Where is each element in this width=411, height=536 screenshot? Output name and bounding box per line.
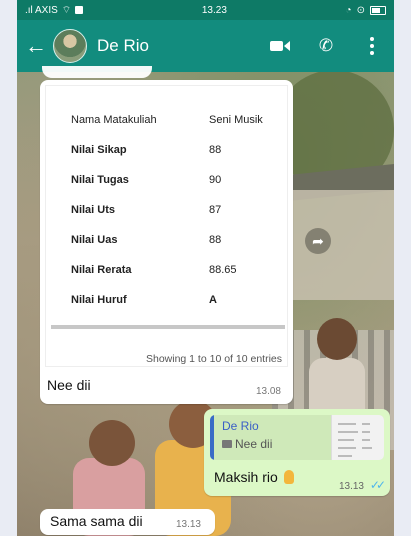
sync-icon: ⊙ [356, 4, 365, 16]
incoming-message-bubble[interactable]: Sama sama dii 13.13 [40, 509, 215, 535]
alarm-icon: ◔ [345, 4, 352, 16]
carrier-label: .ıl AXIS [25, 4, 58, 16]
table-scrollbar [51, 325, 285, 329]
battery-icon [369, 5, 386, 15]
table-row: Nilai Rerata 88.65 [71, 264, 291, 276]
row-value: 88.65 [209, 264, 237, 276]
message-caption: Nee dii [47, 377, 91, 393]
table-row: Nilai Uas 88 [71, 234, 291, 246]
status-time: 13.23 [201, 4, 227, 16]
row-value: A [209, 294, 217, 306]
grade-table-image[interactable]: Nama Matakuliah Seni Musik Nilai Sikap 8… [45, 85, 288, 367]
row-value: 88 [209, 144, 222, 156]
menu-icon[interactable] [358, 37, 386, 55]
message-time: 13.13 [338, 481, 364, 492]
outgoing-message-bubble[interactable]: De Rio Nee dii Maksih rio 13.13 ✓✓ [204, 409, 390, 496]
table-row: Nama Matakuliah Seni Musik [71, 114, 291, 126]
message-time: 13.08 [255, 386, 281, 397]
quoted-image-thumbnail [331, 415, 384, 460]
read-receipt-icon: ✓✓ [369, 478, 386, 492]
row-key: Nilai Uts [71, 204, 116, 216]
previous-message-bubble [42, 66, 152, 78]
row-key: Nama Matakuliah [71, 114, 157, 126]
chat-screen: .ıl AXIS ⌔ 13.23 ◔ ⊙ ← De Rio ✆ Nama Mat… [17, 0, 394, 536]
row-key: Nilai Sikap [71, 144, 127, 156]
message-time: 13.13 [175, 519, 201, 530]
quoted-reply[interactable]: De Rio Nee dii [210, 415, 384, 460]
status-bar: .ıl AXIS ⌔ 13.23 ◔ ⊙ [17, 0, 394, 20]
message-text: Sama sama dii [50, 513, 143, 529]
quoted-text: Nee dii [235, 437, 273, 451]
chat-header: ← De Rio ✆ [17, 20, 394, 72]
video-call-icon[interactable] [266, 41, 294, 51]
row-value: Seni Musik [209, 114, 263, 126]
message-text: Maksih rio [214, 469, 278, 485]
row-key: Nilai Uas [71, 234, 118, 246]
avatar[interactable] [53, 29, 87, 63]
praying-hands-emoji-icon [283, 470, 294, 484]
photo-icon [222, 440, 232, 448]
contact-name[interactable]: De Rio [97, 36, 248, 56]
quoted-sender: De Rio [222, 419, 259, 433]
wifi-icon: ⌔ [61, 4, 72, 16]
back-arrow-icon[interactable]: ← [25, 33, 47, 59]
row-value: 87 [209, 204, 222, 216]
table-row: Nilai Sikap 88 [71, 144, 291, 156]
table-row: Nilai Huruf A [71, 294, 291, 306]
row-value: 88 [209, 234, 222, 246]
forward-icon[interactable]: ➦ [305, 228, 331, 254]
phone-icon[interactable]: ✆ [312, 36, 340, 56]
row-value: 90 [209, 174, 222, 186]
row-key: Nilai Rerata [71, 264, 132, 276]
row-key: Nilai Huruf [71, 294, 127, 306]
table-row: Nilai Tugas 90 [71, 174, 291, 186]
row-key: Nilai Tugas [71, 174, 129, 186]
table-row: Nilai Uts 87 [71, 204, 291, 216]
sim-icon [75, 6, 84, 14]
table-footer: Showing 1 to 10 of 10 entries [145, 353, 282, 365]
image-message-bubble[interactable]: Nama Matakuliah Seni Musik Nilai Sikap 8… [40, 80, 293, 404]
